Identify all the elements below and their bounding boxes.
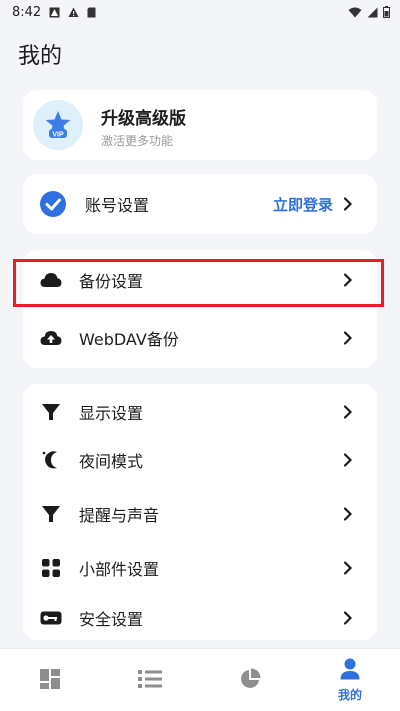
notification-icon (49, 7, 60, 18)
chevron-right-icon (341, 507, 355, 521)
nav-dashboard[interactable] (0, 649, 100, 711)
nav-list[interactable] (100, 649, 200, 711)
cloud-icon (39, 268, 63, 292)
account-settings-label: 账号设置 (85, 196, 150, 215)
cloud-upload-icon (39, 326, 63, 350)
chevron-right-icon (341, 405, 355, 419)
signal-icon (367, 7, 378, 18)
upgrade-title: 升级高级版 (101, 109, 186, 129)
storage-icon (87, 7, 96, 18)
page-title: 我的 (18, 44, 63, 69)
settings-card: 显示设置 夜间模式 提醒与声音 小部件设置 安全设置 (23, 384, 377, 640)
wifi-icon (348, 7, 362, 18)
chevron-right-icon (341, 331, 355, 345)
webdav-backup-label: WebDAV备份 (79, 330, 179, 349)
upgrade-subtitle: 激活更多功能 (101, 134, 174, 148)
widget-settings-label: 小部件设置 (79, 560, 160, 579)
list-icon (138, 669, 162, 693)
chevron-right-icon (341, 561, 355, 575)
nav-mine-label: 我的 (337, 688, 362, 702)
night-mode-row[interactable]: 夜间模式 (23, 432, 377, 488)
backup-settings-label: 备份设置 (79, 272, 144, 291)
reminder-sound-row[interactable]: 提醒与声音 (23, 486, 377, 542)
status-bar: 8:42 (0, 0, 400, 24)
display-settings-label: 显示设置 (79, 404, 144, 423)
upgrade-card[interactable]: VIP 升级高级版 激活更多功能 (23, 90, 377, 160)
funnel-icon (39, 400, 63, 424)
security-settings-row[interactable]: 安全设置 (23, 590, 377, 646)
pie-chart-icon (239, 668, 261, 694)
login-link[interactable]: 立即登录 (273, 194, 333, 215)
key-icon (39, 606, 63, 630)
chevron-right-icon (341, 611, 355, 625)
vip-badge-icon: VIP (33, 100, 83, 150)
night-mode-label: 夜间模式 (79, 452, 144, 471)
person-icon (339, 658, 361, 684)
account-settings-row[interactable]: 账号设置 立即登录 (23, 176, 377, 232)
chevron-right-icon (341, 197, 355, 211)
webdav-backup-row[interactable]: WebDAV备份 (23, 310, 377, 366)
chevron-right-icon (341, 273, 355, 287)
reminder-sound-label: 提醒与声音 (79, 506, 160, 525)
check-circle-icon (38, 189, 68, 219)
widgets-icon (39, 556, 63, 580)
account-settings-card[interactable]: 账号设置 立即登录 (23, 174, 377, 234)
security-settings-label: 安全设置 (79, 610, 144, 629)
dashboard-icon (39, 668, 61, 694)
vip-badge-text: VIP (52, 131, 64, 138)
widget-settings-row[interactable]: 小部件设置 (23, 540, 377, 596)
backup-card: 备份设置 WebDAV备份 (23, 250, 377, 368)
alert-icon (68, 7, 79, 18)
funnel-icon (39, 502, 63, 526)
moon-icon (39, 448, 63, 472)
battery-icon (383, 6, 390, 18)
chevron-right-icon (341, 453, 355, 467)
nav-statistics[interactable] (200, 649, 300, 711)
status-time: 8:42 (12, 4, 42, 20)
bottom-nav: 我的 (0, 648, 400, 711)
backup-settings-row[interactable]: 备份设置 (23, 252, 377, 308)
nav-mine[interactable]: 我的 (300, 649, 400, 711)
